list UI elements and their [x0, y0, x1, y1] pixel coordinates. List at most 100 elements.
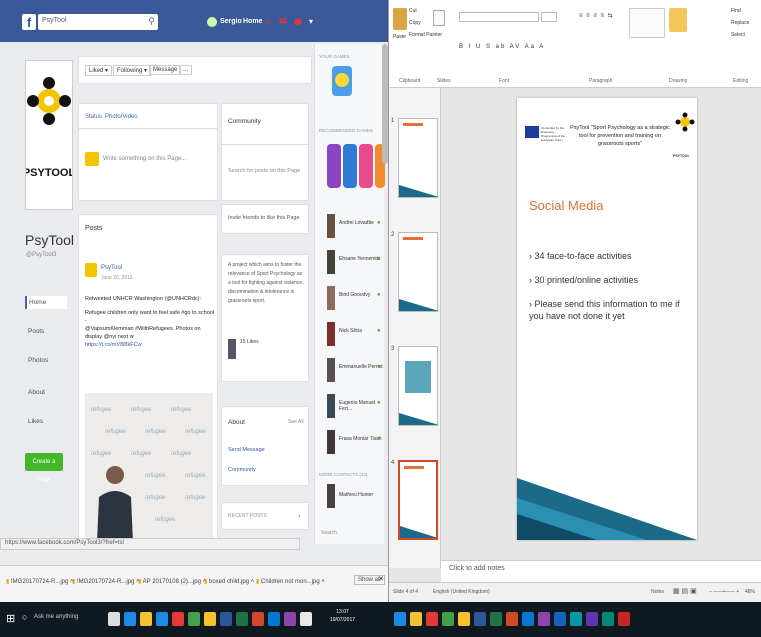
cortana-icon[interactable]: ○ [22, 612, 27, 622]
edge-icon[interactable] [394, 612, 406, 626]
excel-icon[interactable] [236, 612, 248, 626]
slide-thumbnail-selected[interactable] [398, 460, 438, 540]
contact-name[interactable]: Ehsane Yennemitz [339, 256, 380, 262]
outlook-icon[interactable] [522, 612, 534, 626]
font-name-select[interactable] [459, 12, 539, 22]
contact-name[interactable]: Frasa Moniar Tisch [339, 436, 382, 442]
edge-icon[interactable] [124, 612, 136, 626]
shapes-gallery[interactable] [629, 8, 665, 38]
task-view-icon[interactable] [108, 612, 120, 626]
download-item[interactable]: ▮ IMG20170724-R...jpg ˄ [6, 578, 74, 585]
notifications-icon[interactable]: ◉ [291, 13, 305, 29]
app-icon[interactable] [426, 612, 438, 626]
post-date[interactable]: June 20, 2016 · [101, 275, 136, 281]
onenote-icon[interactable] [538, 612, 550, 626]
windows-start-icon[interactable]: ⊞ [6, 612, 15, 625]
contact-name[interactable]: Mathieu Hunter [339, 492, 373, 498]
contact-name[interactable]: Andrei Lovadtie [339, 220, 374, 226]
nav-about[interactable]: About [28, 389, 45, 396]
nav-home[interactable]: Home [25, 296, 67, 309]
powerpoint-icon[interactable] [252, 612, 264, 626]
app-icon[interactable] [570, 612, 582, 626]
app-icon[interactable] [618, 612, 630, 626]
slide-thumbnail[interactable] [398, 346, 439, 426]
create-page-button[interactable]: Create a Page [25, 453, 63, 483]
chevron-right-icon[interactable]: › [298, 511, 301, 520]
likes-count[interactable]: 15 Likes [240, 339, 259, 345]
app-icon[interactable] [554, 612, 566, 626]
photo-video-tab[interactable]: Photo/Video [105, 114, 138, 120]
status-tab[interactable]: Status [85, 114, 102, 120]
word-icon[interactable] [220, 612, 232, 626]
zoom-slider[interactable]: – ——•—— + [709, 589, 739, 595]
copy-button[interactable]: Copy [409, 20, 421, 26]
more-button[interactable]: ... [179, 65, 193, 75]
cut-button[interactable]: Cut [409, 8, 417, 14]
page-profile-picture[interactable]: PSYTOOL [23, 60, 75, 210]
help-icon[interactable]: ▾ [309, 17, 313, 26]
see-all-link[interactable]: See All [288, 419, 304, 425]
app-icon[interactable] [586, 612, 598, 626]
paste-button[interactable]: Paste [393, 34, 406, 40]
zoom-level[interactable]: 48% [745, 589, 755, 595]
facebook-logo-icon[interactable]: f [22, 14, 36, 30]
download-item[interactable]: ▮ boxed child.jpg ˄ [204, 578, 254, 585]
paste-icon[interactable] [393, 8, 407, 30]
contact-name[interactable]: Nick Silcia [339, 328, 362, 334]
outlook-icon[interactable] [268, 612, 280, 626]
search-input[interactable]: PsyTool ⚲ [38, 14, 158, 30]
game-icon[interactable] [343, 144, 357, 188]
send-message-link[interactable]: Send Message [228, 447, 265, 453]
word-icon[interactable] [474, 612, 486, 626]
font-formatting-toolbar[interactable]: B I U S ab AV Aa A [459, 44, 559, 52]
bullet-item[interactable]: › 30 printed/online activities [529, 274, 694, 286]
community-search-input[interactable]: Search for posts on this Page [228, 168, 300, 174]
language-status[interactable]: English (United Kingdom) [433, 589, 490, 595]
contact-name[interactable]: Bind Gooodvy [339, 292, 370, 298]
profile-link[interactable]: Sergio [220, 18, 242, 25]
chrome-icon[interactable] [204, 612, 216, 626]
nav-posts[interactable]: Posts [28, 328, 44, 335]
following-button[interactable]: Following ▾ [113, 65, 152, 76]
invite-card[interactable]: Invite friends to like this Page [221, 204, 309, 234]
composer-input[interactable]: Write something on this Page... [103, 156, 186, 162]
bullet-item[interactable]: › 34 face-to-face activities [529, 250, 694, 262]
app-icon[interactable] [602, 612, 614, 626]
home-link[interactable]: Home [243, 18, 262, 25]
view-buttons-icon[interactable]: ▦ ▤ ▣ [673, 587, 697, 595]
chat-search-input[interactable]: Search [321, 530, 337, 536]
format-painter-button[interactable]: Format Painter [409, 32, 442, 38]
app-icon[interactable] [442, 612, 454, 626]
notes-toggle[interactable]: Notes [651, 589, 664, 595]
slide-thumbnail[interactable] [398, 232, 439, 312]
messages-icon[interactable]: ✉ [276, 13, 290, 29]
file-explorer-icon[interactable] [140, 612, 152, 626]
bullet-item[interactable]: › Please send this information to me if … [529, 298, 694, 322]
font-size-select[interactable] [541, 12, 557, 22]
game-icon[interactable] [359, 144, 373, 188]
app-icon[interactable] [172, 612, 184, 626]
post-link[interactable]: https://t.co/mV8l8kFCw [85, 341, 215, 349]
nav-photos[interactable]: Photos [28, 357, 48, 364]
app-icon[interactable] [188, 612, 200, 626]
arrange-icon[interactable] [669, 8, 687, 32]
store-icon[interactable] [156, 612, 168, 626]
chrome-icon[interactable] [458, 612, 470, 626]
slide-canvas[interactable]: Co-funded by the Erasmus+ Programme of t… [517, 98, 697, 540]
download-item[interactable]: ▮ IMG20170724-R...jpg ˄ [72, 578, 140, 585]
slide-title[interactable]: Social Media [529, 198, 603, 213]
file-explorer-icon[interactable] [410, 612, 422, 626]
excel-icon[interactable] [490, 612, 502, 626]
search-icon[interactable]: ⚲ [148, 16, 155, 27]
game-icon[interactable] [332, 66, 352, 96]
select-button[interactable]: Select [731, 32, 745, 38]
system-clock[interactable]: 13:07 19/07/2017 [330, 608, 355, 624]
new-slide-icon[interactable] [433, 10, 445, 26]
slide-thumbnail[interactable] [398, 118, 439, 198]
nav-likes[interactable]: Likes [28, 418, 43, 425]
community-link[interactable]: Community [228, 467, 256, 473]
powerpoint-icon[interactable] [506, 612, 518, 626]
app-icon[interactable] [300, 612, 312, 626]
replace-button[interactable]: Replace [731, 20, 749, 26]
notes-pane[interactable]: Click to add notes [441, 560, 761, 582]
